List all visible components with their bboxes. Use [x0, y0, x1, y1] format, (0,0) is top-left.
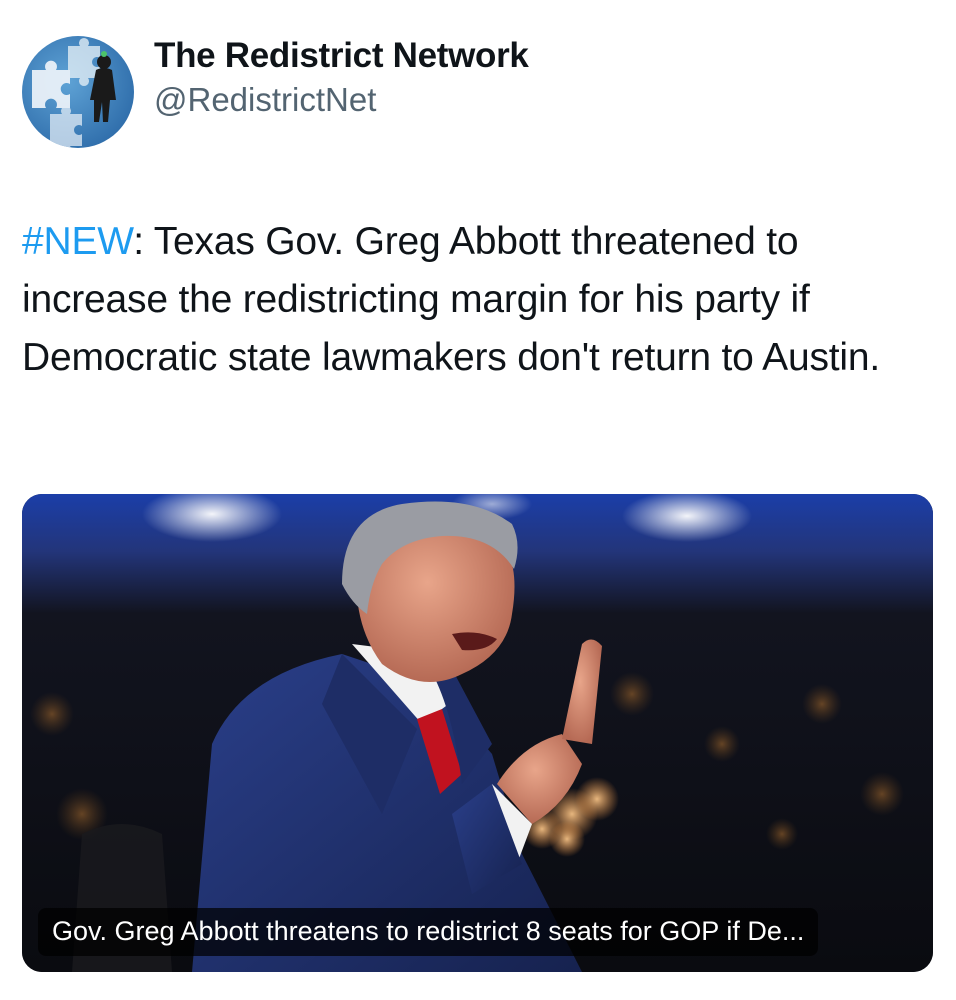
tweet-card[interactable]: The Redistrict Network @RedistrictNet #N…: [0, 0, 956, 1000]
speaker-photo: [22, 494, 933, 972]
tweet-header: The Redistrict Network @RedistrictNet: [22, 36, 529, 148]
author-display-name[interactable]: The Redistrict Network: [154, 34, 529, 78]
tweet-body-text: : Texas Gov. Greg Abbott threatened to i…: [22, 220, 880, 379]
avatar[interactable]: [22, 36, 134, 148]
author-handle[interactable]: @RedistrictNet: [154, 78, 529, 122]
tweet-media-card[interactable]: Gov. Greg Abbott threatens to redistrict…: [22, 494, 933, 972]
media-caption[interactable]: Gov. Greg Abbott threatens to redistrict…: [38, 908, 819, 956]
author-names: The Redistrict Network @RedistrictNet: [154, 34, 529, 122]
puzzle-avatar-icon: [22, 36, 134, 148]
tweet-text: #NEW: Texas Gov. Greg Abbott threatened …: [22, 213, 922, 387]
hashtag-link[interactable]: #NEW: [22, 220, 133, 263]
